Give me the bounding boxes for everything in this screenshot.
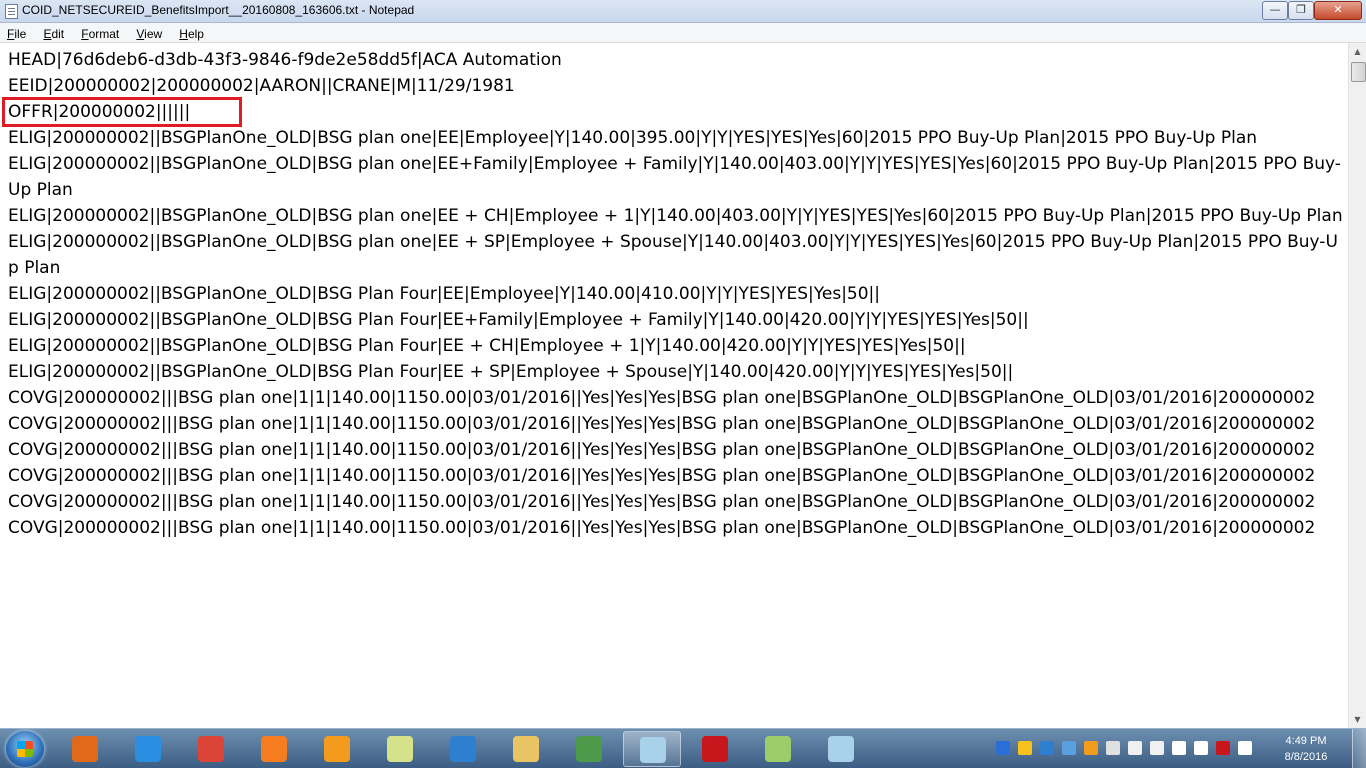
window-title: COID_NETSECUREID_BenefitsImport__2016080… bbox=[22, 3, 415, 17]
text-line[interactable]: ELIG|200000002||BSGPlanOne_OLD|BSG plan … bbox=[8, 229, 1343, 281]
taskbar-button[interactable] bbox=[560, 731, 618, 767]
scroll-down-arrow-icon[interactable]: ▼ bbox=[1349, 711, 1366, 728]
scrollbar-thumb[interactable] bbox=[1351, 62, 1366, 82]
taskbar: 4:49 PM 8/8/2016 bbox=[0, 728, 1366, 768]
minimize-button[interactable]: — bbox=[1262, 1, 1288, 20]
system-tray bbox=[990, 729, 1260, 768]
antivirus-tray-icon[interactable] bbox=[1216, 741, 1230, 755]
text-line[interactable]: COVG|200000002|||BSG plan one|1|1|140.00… bbox=[8, 437, 1343, 463]
pdf-reader-icon bbox=[702, 736, 728, 762]
shield-tray-icon[interactable] bbox=[996, 741, 1010, 755]
notepad-plus-icon bbox=[765, 736, 791, 762]
z-tray-icon[interactable] bbox=[1040, 741, 1054, 755]
text-line[interactable]: COVG|200000002|||BSG plan one|1|1|140.00… bbox=[8, 385, 1343, 411]
taskbar-button[interactable] bbox=[623, 731, 681, 767]
taskbar-button[interactable] bbox=[182, 731, 240, 767]
notepad-app-icon[interactable] bbox=[5, 4, 18, 19]
menu-file[interactable]: File bbox=[2, 25, 31, 44]
text-line[interactable]: EEID|200000002|200000002|AARON||CRANE|M|… bbox=[8, 73, 1343, 99]
offr-line-highlight-box bbox=[2, 97, 242, 127]
internet-explorer-icon bbox=[135, 736, 161, 762]
clock-date: 8/8/2016 bbox=[1284, 751, 1328, 763]
menu-help[interactable]: Help bbox=[174, 25, 209, 44]
text-line[interactable]: ELIG|200000002||BSGPlanOne_OLD|BSG Plan … bbox=[8, 281, 1343, 307]
media-player-icon bbox=[72, 736, 98, 762]
vertical-scrollbar[interactable]: ▲ ▼ bbox=[1348, 43, 1366, 728]
start-button[interactable] bbox=[6, 731, 44, 767]
notepad-icon bbox=[640, 737, 666, 763]
text-line[interactable]: ELIG|200000002||BSGPlanOne_OLD|BSG Plan … bbox=[8, 307, 1343, 333]
display-tray-icon[interactable] bbox=[1194, 741, 1208, 755]
system-clock[interactable]: 4:49 PM 8/8/2016 bbox=[1268, 733, 1344, 765]
menu-bar: File Edit Format View Help bbox=[0, 23, 1366, 43]
file-explorer-icon bbox=[513, 736, 539, 762]
z-app-icon bbox=[450, 736, 476, 762]
text-line[interactable]: COVG|200000002|||BSG plan one|1|1|140.00… bbox=[8, 463, 1343, 489]
taskbar-button[interactable] bbox=[119, 731, 177, 767]
text-line[interactable]: COVG|200000002|||BSG plan one|1|1|140.00… bbox=[8, 489, 1343, 515]
clock-time: 4:49 PM bbox=[1285, 735, 1327, 747]
text-line[interactable]: ELIG|200000002||BSGPlanOne_OLD|BSG plan … bbox=[8, 203, 1343, 229]
asterisk-tray-icon[interactable] bbox=[1018, 741, 1032, 755]
text-line[interactable]: COVG|200000002|||BSG plan one|1|1|140.00… bbox=[8, 411, 1343, 437]
text-editor-area[interactable]: HEAD|76d6deb6-d3db-43f3-9846-f9de2e58dd5… bbox=[0, 43, 1348, 728]
y-tray-icon[interactable] bbox=[1128, 741, 1142, 755]
chrome-icon bbox=[198, 736, 224, 762]
network-monitor-tray-icon[interactable] bbox=[1106, 741, 1120, 755]
taskbar-button[interactable] bbox=[434, 731, 492, 767]
spreadsheet-icon bbox=[576, 736, 602, 762]
windows-logo-icon bbox=[17, 741, 33, 757]
text-line[interactable]: ELIG|200000002||BSGPlanOne_OLD|BSG Plan … bbox=[8, 359, 1343, 385]
menu-format[interactable]: Format bbox=[76, 25, 124, 44]
title-bar: COID_NETSECUREID_BenefitsImport__2016080… bbox=[0, 0, 1366, 23]
taskbar-button[interactable] bbox=[245, 731, 303, 767]
show-desktop-button[interactable] bbox=[1352, 729, 1366, 768]
pen-tray-icon[interactable] bbox=[1150, 741, 1164, 755]
close-button[interactable]: ✕ bbox=[1314, 1, 1362, 20]
flame-app-icon bbox=[324, 736, 350, 762]
taskbar-button[interactable] bbox=[686, 731, 744, 767]
taskbar-button[interactable] bbox=[308, 731, 366, 767]
taskbar-button[interactable] bbox=[497, 731, 555, 767]
taskbar-button[interactable] bbox=[371, 731, 429, 767]
taskbar-button[interactable] bbox=[56, 731, 114, 767]
sticky-notes-icon bbox=[387, 736, 413, 762]
flag-tray-icon[interactable] bbox=[1172, 741, 1186, 755]
notepad-icon-2 bbox=[828, 736, 854, 762]
text-line[interactable]: ELIG|200000002||BSGPlanOne_OLD|BSG plan … bbox=[8, 125, 1343, 151]
scroll-up-arrow-icon[interactable]: ▲ bbox=[1349, 43, 1366, 60]
flame-tray-icon[interactable] bbox=[1084, 741, 1098, 755]
menu-view[interactable]: View bbox=[131, 25, 167, 44]
taskbar-button[interactable] bbox=[812, 731, 870, 767]
volume-tray-icon[interactable] bbox=[1238, 741, 1252, 755]
taskbar-button[interactable] bbox=[749, 731, 807, 767]
text-line[interactable]: ELIG|200000002||BSGPlanOne_OLD|BSG Plan … bbox=[8, 333, 1343, 359]
menu-edit[interactable]: Edit bbox=[38, 25, 69, 44]
firefox-icon bbox=[261, 736, 287, 762]
text-line[interactable]: ELIG|200000002||BSGPlanOne_OLD|BSG plan … bbox=[8, 151, 1343, 203]
maximize-button[interactable]: ❐ bbox=[1288, 1, 1314, 20]
sync-tray-icon[interactable] bbox=[1062, 741, 1076, 755]
text-line[interactable]: HEAD|76d6deb6-d3db-43f3-9846-f9de2e58dd5… bbox=[8, 47, 1343, 73]
text-line[interactable]: COVG|200000002|||BSG plan one|1|1|140.00… bbox=[8, 515, 1343, 541]
